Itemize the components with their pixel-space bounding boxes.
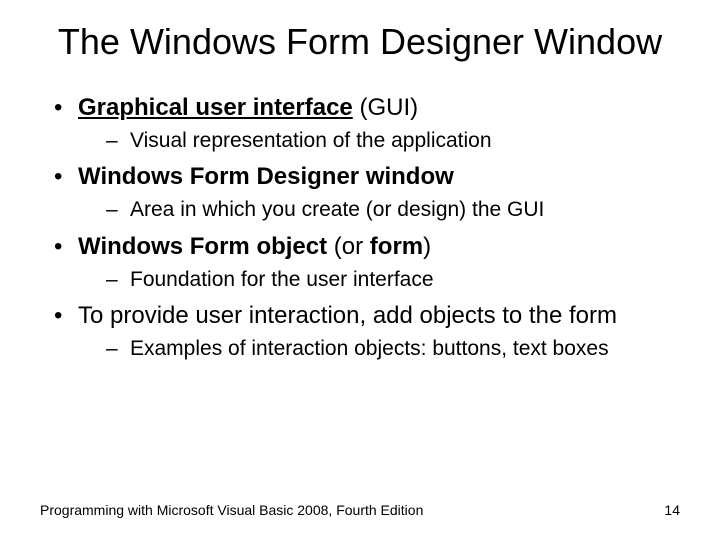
- bullet-1-term: Graphical user interface: [78, 94, 353, 121]
- footer-text: Programming with Microsoft Visual Basic …: [40, 502, 423, 518]
- bullet-2-term: Windows Form Designer window: [78, 163, 454, 190]
- bullet-2-sub: Area in which you create (or design) the…: [106, 196, 680, 223]
- slide: The Windows Form Designer Window Graphic…: [0, 0, 720, 540]
- bullet-3-mid: (or: [327, 233, 370, 260]
- sub-list-4: Examples of interaction objects: buttons…: [78, 335, 680, 362]
- bullet-1: Graphical user interface (GUI) Visual re…: [50, 93, 680, 154]
- bullet-3-form: form: [370, 233, 423, 260]
- sub-list-3: Foundation for the user interface: [78, 266, 680, 293]
- bullet-4-sub: Examples of interaction objects: buttons…: [106, 335, 680, 362]
- bullet-3-post: ): [423, 233, 431, 260]
- page-number: 14: [664, 502, 680, 518]
- slide-title: The Windows Form Designer Window: [40, 20, 680, 63]
- footer: Programming with Microsoft Visual Basic …: [40, 502, 680, 518]
- bullet-4: To provide user interaction, add objects…: [50, 301, 680, 362]
- bullet-list: Graphical user interface (GUI) Visual re…: [40, 93, 680, 362]
- bullet-3: Windows Form object (or form) Foundation…: [50, 232, 680, 293]
- bullet-2: Windows Form Designer window Area in whi…: [50, 162, 680, 223]
- bullet-3-sub: Foundation for the user interface: [106, 266, 680, 293]
- bullet-1-sub: Visual representation of the application: [106, 127, 680, 154]
- bullet-3-term: Windows Form object: [78, 233, 327, 260]
- bullet-1-suffix: (GUI): [353, 94, 418, 121]
- sub-list-1: Visual representation of the application: [78, 127, 680, 154]
- sub-list-2: Area in which you create (or design) the…: [78, 196, 680, 223]
- bullet-4-text: To provide user interaction, add objects…: [78, 302, 617, 329]
